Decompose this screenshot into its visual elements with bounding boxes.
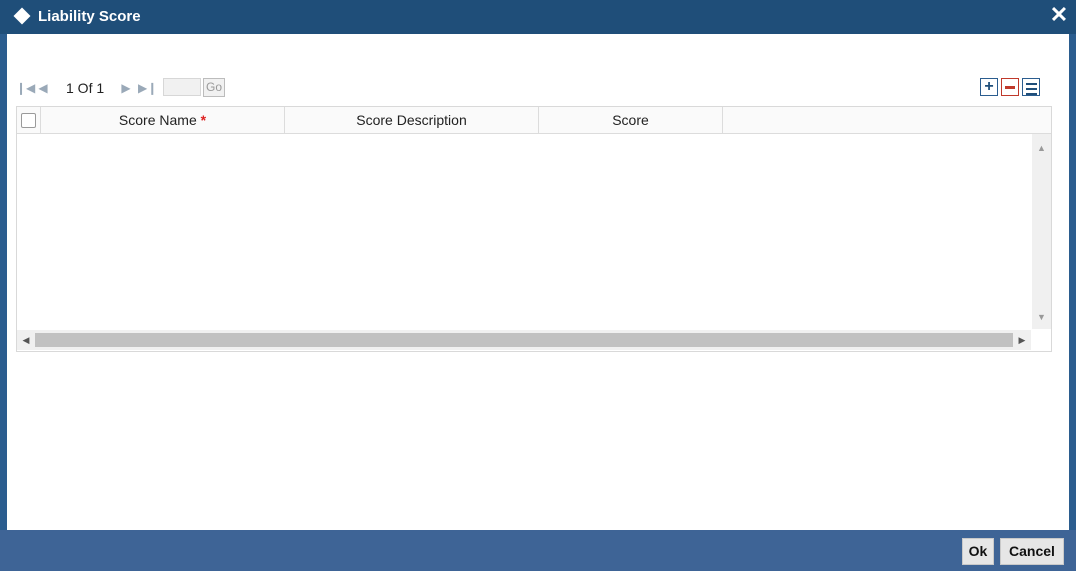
header-score-description-label: Score Description [356, 112, 467, 128]
header-score-name: Score Name * [41, 107, 285, 133]
header-score-label: Score [612, 112, 649, 128]
required-marker: * [200, 112, 207, 128]
close-button[interactable]: ✕ [1048, 2, 1070, 28]
last-page-icon[interactable]: ▶❙ [138, 80, 157, 96]
cancel-button[interactable]: Cancel [1000, 538, 1064, 565]
left-border [0, 34, 7, 530]
scroll-left-icon[interactable]: ◀ [19, 332, 33, 348]
right-border [1069, 34, 1076, 530]
grid-header: Score Name * Score Description Score [17, 107, 1051, 134]
ok-button[interactable]: Ok [962, 538, 994, 565]
header-score: Score [539, 107, 723, 133]
first-page-icon[interactable]: ❙◀ [16, 80, 35, 96]
header-score-name-label: Score Name [118, 112, 197, 128]
page-number-input[interactable] [163, 78, 201, 96]
footer-bar: Ok Cancel [0, 530, 1076, 571]
go-button[interactable]: Go [203, 78, 225, 97]
horizontal-scrollbar[interactable]: ◀ ▶ [17, 330, 1031, 350]
scroll-down-icon[interactable]: ▼ [1032, 309, 1051, 325]
add-row-button[interactable]: + [980, 78, 998, 96]
score-grid: Score Name * Score Description Score ▲ ▼… [16, 106, 1052, 352]
add-row-icon: + [984, 78, 994, 95]
page-info: 1 Of 1 [66, 80, 105, 96]
title-bar: Liability Score ✕ [0, 0, 1076, 34]
single-view-button[interactable] [1022, 78, 1040, 96]
horizontal-scroll-thumb[interactable] [35, 333, 1013, 347]
delete-row-button[interactable] [1001, 78, 1019, 96]
select-all-checkbox[interactable] [21, 113, 36, 128]
vertical-scrollbar[interactable]: ▲ ▼ [1032, 134, 1051, 329]
next-page-icon[interactable]: ▶ [119, 80, 133, 96]
scroll-up-icon[interactable]: ▲ [1032, 140, 1051, 156]
delete-row-icon [1005, 86, 1015, 89]
window-title: Liability Score [38, 8, 141, 25]
scroll-right-icon[interactable]: ▶ [1015, 332, 1029, 348]
pagination-toolbar: ❙◀ ◀ 1 Of 1 ▶ ▶❙ Go + [16, 76, 1052, 100]
single-view-icon [1023, 79, 1039, 95]
diamond-icon [13, 7, 31, 25]
prev-page-icon[interactable]: ◀ [36, 80, 50, 96]
header-score-description: Score Description [285, 107, 539, 133]
select-all-cell [17, 107, 41, 133]
